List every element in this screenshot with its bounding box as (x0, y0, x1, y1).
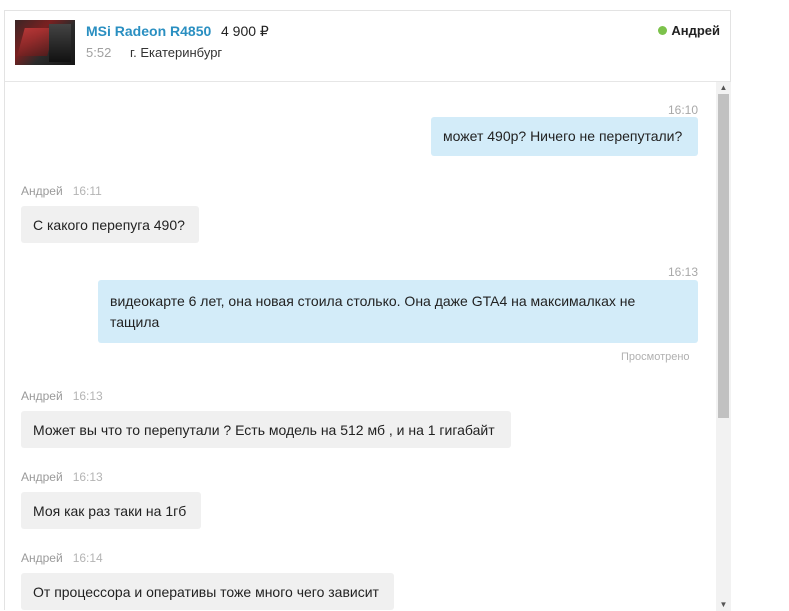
scroll-down-icon[interactable]: ▼ (716, 599, 731, 611)
listing-header: MSi Radeon R4850 4 900 ₽ 5:52 г. Екатери… (5, 11, 730, 82)
message-time: 16:11 (72, 184, 102, 198)
message-time: 16:13 (668, 265, 699, 279)
message-author-name: Андрей (21, 184, 63, 198)
message-bubble-incoming: От процессора и оперативы тоже много чег… (21, 573, 394, 610)
listing-time: 5:52 (86, 45, 112, 60)
listing-price: 4 900 ₽ (221, 23, 269, 39)
message-bubble-outgoing: видеокарте 6 лет, она новая стоила столь… (98, 280, 698, 343)
chat-panel: MSi Radeon R4850 4 900 ₽ 5:52 г. Екатери… (4, 10, 731, 611)
message-time: 16:14 (72, 551, 103, 565)
message-bubble-incoming: С какого перепуга 490? (21, 206, 199, 243)
message-time: 16:13 (72, 389, 103, 403)
scrollbar-thumb[interactable] (718, 94, 729, 418)
message-author-name: Андрей (21, 389, 63, 403)
message-time: 16:10 (668, 103, 699, 117)
message-scrollbar[interactable]: ▲ ▼ (716, 82, 731, 611)
listing-thumbnail[interactable] (15, 20, 75, 65)
message-author-name: Андрей (21, 551, 63, 565)
scroll-up-icon[interactable]: ▲ (716, 82, 731, 94)
message-author-name: Андрей (21, 470, 63, 484)
message-author: Андрей 16:14 (21, 551, 103, 565)
message-list[interactable]: 16:10 может 490р? Ничего не перепутали? … (5, 82, 716, 611)
listing-title[interactable]: MSi Radeon R4850 (86, 23, 211, 39)
message-bubble-incoming: Моя как раз таки на 1гб (21, 492, 201, 529)
message-author: Андрей 16:11 (21, 184, 102, 198)
message-author: Андрей 16:13 (21, 389, 103, 403)
message-bubble-outgoing: может 490р? Ничего не перепутали? (431, 117, 698, 156)
listing-city: г. Екатеринбург (130, 45, 223, 60)
message-bubble-incoming: Может вы что то перепутали ? Есть модель… (21, 411, 511, 448)
chat-partner-name: Андрей (671, 23, 720, 38)
chat-partner[interactable]: Андрей (658, 23, 720, 38)
message-author: Андрей 16:13 (21, 470, 103, 484)
thumbnail-art-dark (49, 24, 71, 62)
read-status: Просмотрено (621, 351, 690, 363)
message-time: 16:13 (72, 470, 103, 484)
online-status-icon (658, 26, 668, 35)
